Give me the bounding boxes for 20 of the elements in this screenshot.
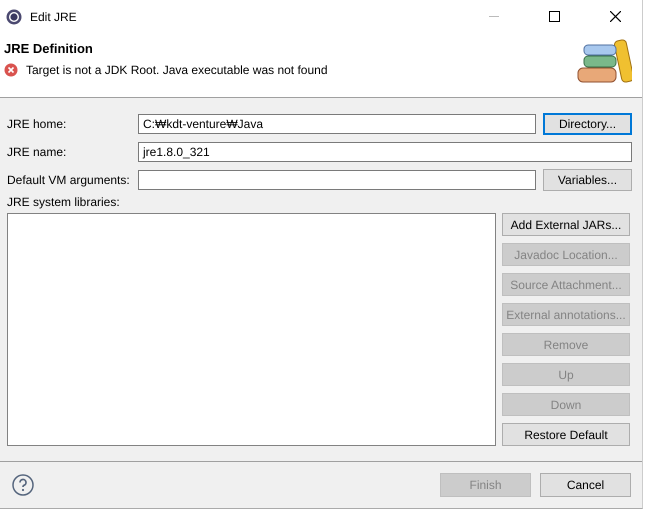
help-icon[interactable] bbox=[12, 474, 34, 496]
header-title: JRE Definition bbox=[4, 41, 94, 56]
maximize-icon[interactable] bbox=[549, 11, 560, 22]
eclipse-icon bbox=[6, 8, 22, 24]
window-title: Edit JRE bbox=[30, 10, 77, 24]
field-label: JRE name: bbox=[7, 145, 68, 159]
dialog-button[interactable]: Variables... bbox=[543, 169, 632, 191]
close-icon[interactable] bbox=[610, 11, 621, 22]
field-label: Default VM arguments: bbox=[7, 173, 131, 187]
text-field[interactable] bbox=[138, 170, 536, 190]
section-label: JRE system libraries: bbox=[7, 195, 121, 211]
dialog-button[interactable]: Add External JARs... bbox=[502, 213, 630, 236]
error-message: Target is not a JDK Root. Java executable was not found bbox=[26, 63, 328, 77]
dialog-button[interactable]: Restore Default bbox=[502, 423, 630, 446]
error-icon bbox=[4, 63, 18, 77]
field-label: JRE home: bbox=[7, 117, 68, 131]
dialog-button[interactable]: Cancel bbox=[540, 473, 631, 497]
dialog-button[interactable]: Directory... bbox=[543, 113, 632, 135]
text-field[interactable]: C:₩kdt-venture₩Java bbox=[138, 114, 536, 134]
text-field[interactable]: jre1.8.0_321 bbox=[138, 142, 632, 162]
